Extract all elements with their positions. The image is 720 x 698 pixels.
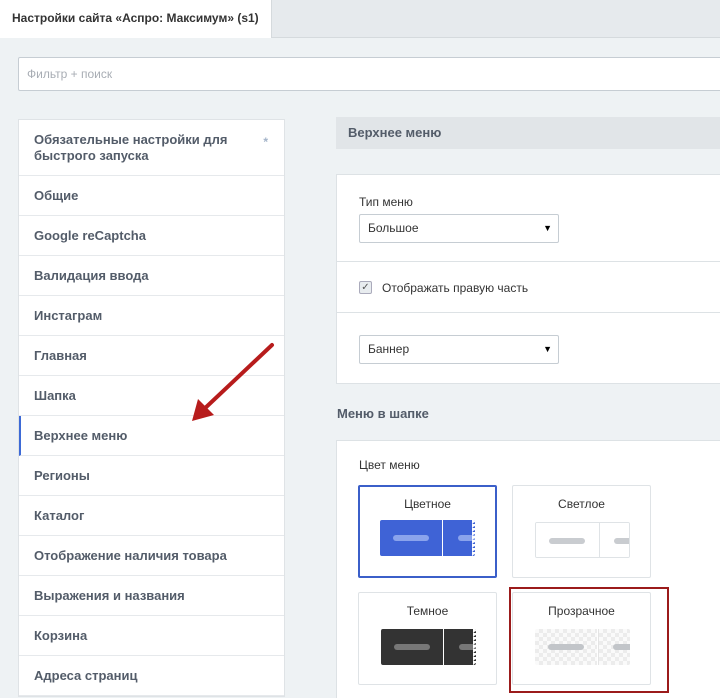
show-right-panel: ✓ Отображать правую часть (336, 261, 720, 313)
sidebar-item-page-urls[interactable]: Адреса страниц (19, 656, 284, 696)
sidebar-item-instagram[interactable]: Инстаграм (19, 296, 284, 336)
dropdown-arrow-icon: ▼ (543, 223, 552, 233)
tab-bar: Настройки сайта «Аспро: Максимум» (s1) (0, 0, 720, 38)
menu-type-panel: Тип меню Большое ▼ (336, 174, 720, 262)
sidebar-item-label: Адреса страниц (34, 668, 138, 683)
star-icon: * (263, 135, 268, 149)
filter-search-input[interactable]: Фильтр + поиск (18, 57, 720, 91)
colored-menu-preview (380, 520, 475, 556)
menu-type-label: Тип меню (359, 195, 413, 209)
dropdown-arrow-icon: ▼ (543, 344, 552, 354)
header-menu-title: Меню в шапке (337, 406, 429, 421)
sidebar-item-regions[interactable]: Регионы (19, 456, 284, 496)
sidebar-item-label: Валидация ввода (34, 268, 149, 283)
sidebar-item-label: Верхнее меню (34, 428, 128, 443)
light-menu-preview (535, 522, 630, 558)
right-part-select[interactable]: Баннер ▼ (359, 335, 559, 364)
sidebar-item-catalog[interactable]: Каталог (19, 496, 284, 536)
show-right-label: Отображать правую часть (382, 281, 529, 295)
sidebar-item-label: Общие (34, 188, 79, 203)
menu-color-dark[interactable]: Темное (358, 592, 497, 685)
sidebar-item-label: Инстаграм (34, 308, 103, 323)
settings-content: Верхнее меню (336, 117, 720, 149)
show-right-checkbox[interactable]: ✓ (359, 281, 372, 294)
sidebar-item-label: Главная (34, 348, 87, 363)
sidebar-item-phrases[interactable]: Выражения и названия (19, 576, 284, 616)
tab-site-settings[interactable]: Настройки сайта «Аспро: Максимум» (s1) (0, 0, 272, 38)
pointer-arrow-icon (192, 343, 274, 421)
sidebar-item-quick-start[interactable]: Обязательные настройки для быстрого запу… (19, 120, 284, 176)
dark-menu-preview (381, 629, 476, 665)
sidebar-item-label: Выражения и названия (34, 588, 185, 603)
sidebar-item-label: Google reCaptcha (34, 228, 146, 243)
card-title: Светлое (558, 497, 605, 511)
sidebar-item-label: Шапка (34, 388, 76, 403)
sidebar-item-label: Отображение наличия товара (34, 548, 227, 563)
sidebar-item-label: Каталог (34, 508, 85, 523)
sidebar-item-general[interactable]: Общие (19, 176, 284, 216)
sidebar-item-stock-display[interactable]: Отображение наличия товара (19, 536, 284, 576)
sidebar-item-label: Корзина (34, 628, 88, 643)
card-title: Цветное (404, 497, 451, 511)
sidebar-item-label: Обязательные настройки для быстрого запу… (34, 131, 228, 163)
menu-color-label: Цвет меню (359, 458, 420, 472)
select-value: Баннер (368, 342, 410, 356)
right-part-panel: Баннер ▼ (336, 312, 720, 384)
sidebar-item-input-validation[interactable]: Валидация ввода (19, 256, 284, 296)
sidebar-item-recaptcha[interactable]: Google reCaptcha (19, 216, 284, 256)
sidebar-item-label: Регионы (34, 468, 90, 483)
menu-type-select[interactable]: Большое ▼ (359, 214, 559, 243)
menu-color-colored[interactable]: Цветное (358, 485, 497, 578)
select-value: Большое (368, 221, 419, 235)
section-title: Верхнее меню (336, 117, 720, 149)
menu-color-light[interactable]: Светлое (512, 485, 651, 578)
card-title: Темное (406, 604, 449, 618)
sidebar-item-basket[interactable]: Корзина (19, 616, 284, 656)
highlight-box (509, 587, 669, 693)
